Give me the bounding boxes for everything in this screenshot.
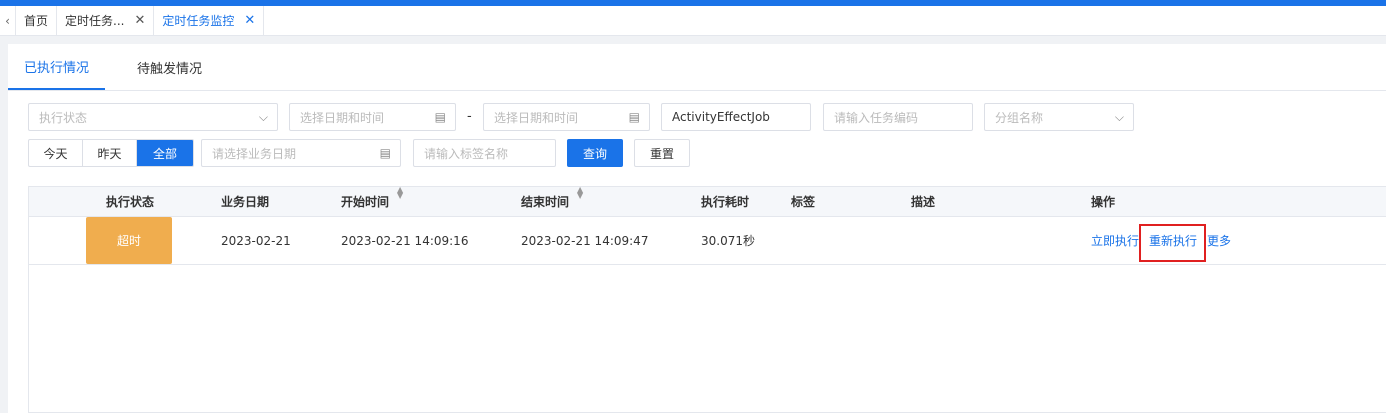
tag-input[interactable]: 请输入标签名称	[413, 139, 556, 167]
run-now-link[interactable]: 立即执行	[1091, 217, 1139, 264]
start-time-cell: 2023-02-21 14:09:16	[341, 233, 469, 248]
quick-date-all[interactable]: 全部	[137, 140, 193, 166]
col-start-time[interactable]: 开始时间 ▲ ▼	[341, 186, 403, 216]
group-select[interactable]: 分组名称 ⌵	[984, 103, 1134, 131]
start-datetime-placeholder: 选择日期和时间	[300, 110, 385, 125]
col-biz-date: 业务日期	[221, 195, 270, 209]
job-name-input[interactable]: ActivityEffectJob	[661, 103, 811, 131]
col-duration: 执行耗时	[701, 195, 750, 209]
quick-date-today[interactable]: 今天	[29, 140, 83, 166]
end-datetime-input[interactable]: 选择日期和时间 ▤	[483, 103, 650, 131]
status-cell: 超时	[86, 217, 172, 264]
calendar-icon: ▤	[434, 110, 446, 124]
start-datetime-input[interactable]: 选择日期和时间 ▤	[289, 103, 456, 131]
col-end-time-label: 结束时间	[521, 195, 570, 209]
tag-placeholder: 请输入标签名称	[424, 146, 509, 161]
tab-label: 定时任务监控	[162, 14, 235, 28]
col-desc: 描述	[911, 195, 936, 209]
tab-scheduled-task[interactable]: 定时任务... ✕	[57, 6, 155, 35]
sub-tabs: 已执行情况 待触发情况	[8, 44, 1386, 91]
reset-button[interactable]: 重置	[634, 139, 690, 167]
chevron-down-icon: ⌵	[258, 109, 268, 124]
main-panel: 已执行情况 待触发情况 执行状态 ⌵ 选择日期和时间 ▤ - 选择日期和时间 ▤…	[8, 44, 1386, 413]
more-link[interactable]: 更多	[1207, 217, 1231, 264]
status-placeholder: 执行状态	[39, 110, 88, 125]
page-tabs: ‹ 首页 定时任务... ✕ 定时任务监控 ✕	[0, 6, 1386, 36]
table-header: 执行状态 业务日期 开始时间 ▲ ▼ 结束时间 ▲ ▼ 执行耗时 标签 描述 操作	[29, 186, 1386, 217]
duration-cell: 30.071秒	[701, 234, 755, 248]
job-name-value: ActivityEffectJob	[672, 110, 770, 124]
quick-date-yesterday[interactable]: 昨天	[83, 140, 137, 166]
col-tag: 标签	[791, 195, 816, 209]
close-icon[interactable]: ✕	[244, 13, 255, 28]
end-time-cell: 2023-02-21 14:09:47	[521, 233, 649, 248]
status-badge: 超时	[86, 217, 172, 264]
end-datetime-placeholder: 选择日期和时间	[494, 110, 579, 125]
calendar-icon: ▤	[379, 146, 391, 160]
status-select[interactable]: 执行状态 ⌵	[28, 103, 278, 131]
tab-home[interactable]: 首页	[16, 6, 58, 35]
calendar-icon: ▤	[628, 110, 640, 124]
sort-icon[interactable]: ▲ ▼	[397, 186, 403, 216]
col-end-time[interactable]: 结束时间 ▲ ▼	[521, 186, 583, 216]
biz-date-cell: 2023-02-21	[221, 233, 291, 248]
tab-label: 定时任务...	[65, 14, 125, 28]
tab-executed[interactable]: 已执行情况	[8, 44, 106, 90]
task-code-input[interactable]: 请输入任务编码	[823, 103, 973, 131]
biz-date-input[interactable]: 请选择业务日期 ▤	[201, 139, 401, 167]
col-actions: 操作	[1091, 195, 1116, 209]
tab-scroll-left-icon[interactable]: ‹	[0, 6, 16, 35]
date-range-separator: -	[467, 109, 472, 124]
task-code-placeholder: 请输入任务编码	[834, 110, 919, 125]
close-icon[interactable]: ✕	[134, 13, 145, 28]
chevron-down-icon: ⌵	[1114, 109, 1124, 124]
col-start-time-label: 开始时间	[341, 195, 390, 209]
sort-icon[interactable]: ▲ ▼	[577, 186, 583, 216]
execution-table: 执行状态 业务日期 开始时间 ▲ ▼ 结束时间 ▲ ▼ 执行耗时 标签 描述 操作 超时…	[28, 186, 1386, 413]
tab-label: 首页	[24, 14, 49, 28]
query-button[interactable]: 查询	[567, 139, 623, 167]
quick-date-segment: 今天 昨天 全部	[28, 139, 194, 167]
col-status: 执行状态	[106, 195, 155, 209]
biz-date-placeholder: 请选择业务日期	[212, 146, 297, 161]
group-placeholder: 分组名称	[995, 110, 1044, 125]
tab-pending[interactable]: 待触发情况	[121, 44, 218, 90]
highlight-box	[1139, 224, 1206, 262]
tab-scheduled-task-monitor[interactable]: 定时任务监控 ✕	[154, 6, 265, 35]
